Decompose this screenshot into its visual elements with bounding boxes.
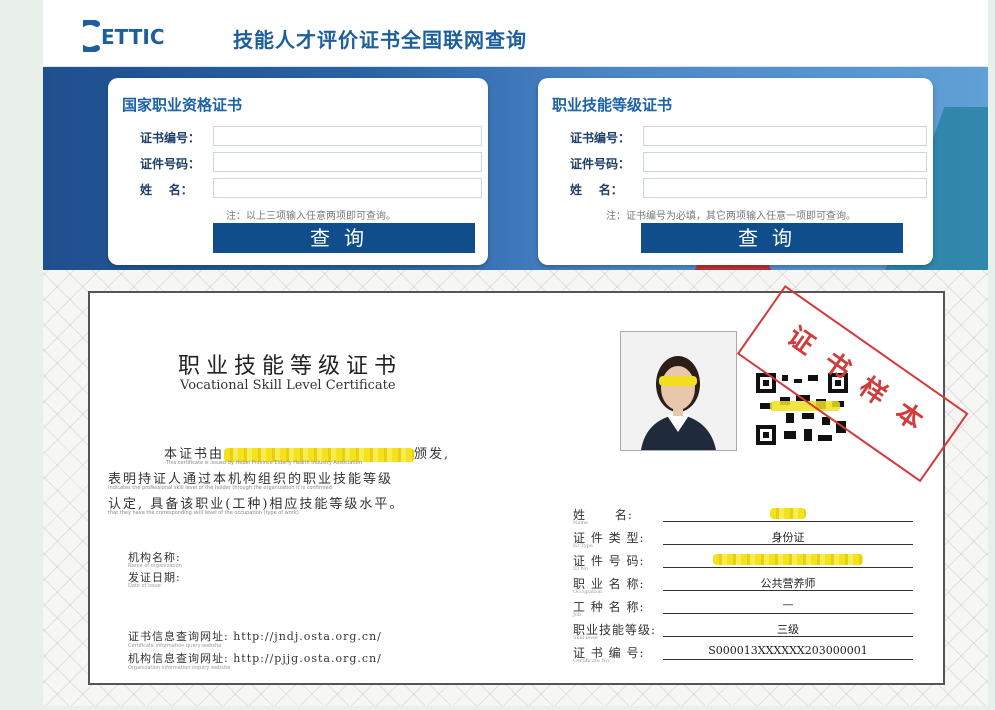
query-button[interactable]: 查询 [641,223,903,253]
occupation-field: 职 业 名 称: Occupation 公共营养师 [573,575,913,595]
id-number-input[interactable] [643,152,927,172]
id-number-label: 证件号码： [570,157,631,171]
holder-name-field: 姓 名: Name [573,506,913,526]
query-button[interactable]: 查询 [213,223,475,253]
name-label: 姓 名： [140,183,193,197]
certificate-query-site: 证书信息查询网址: http://jndj.osta.org.cn/ [128,630,382,643]
query-banner: 国家职业资格证书 证书编号： 证件号码： 姓 名： 注：以上三项输入任意两项即可… [43,67,988,270]
skill-level-query-panel: 职业技能等级证书 证书编号： 证件号码： 姓 名： 注：证书编号为必填，其它两项… [538,78,933,265]
certificate-query-site-en: Certificate information query website [128,643,222,649]
site-header: ETTIC 技能人才评价证书全国联网查询 [43,0,988,67]
certificate-number-field: 证 书 编 号: Certificate No S000013XXXXXX203… [573,644,913,664]
id-number-row: 证件号码： [122,152,482,174]
skill-level-field: 职业技能等级: Skill level 三级 [573,621,913,641]
certificate-number-input[interactable] [643,126,927,146]
job-value: — [663,598,913,614]
certificate-subtitle: Vocational Skill Level Certificate [180,378,396,393]
id-type-value: 身份证 [663,529,913,545]
name-input[interactable] [643,178,927,198]
name-row: 姓 名： [122,178,482,200]
page: ETTIC 技能人才评价证书全国联网查询 国家职业资格证书 证书编号： 证件号码… [0,0,995,710]
issue-date-en: Date of issue [128,583,161,589]
logo-text: ETTIC [101,25,165,49]
name-input[interactable] [213,178,482,198]
id-type-field: 证 件 类 型: ID Type 身份证 [573,529,913,549]
certificate-title: 职业技能等级证书 [178,354,403,379]
id-number-field: 证 件 号 码: ID No [573,552,913,572]
certificate-number-row: 证书编号： [552,126,927,148]
panel-title: 国家职业资格证书 [122,96,243,114]
skill-level-value: 三级 [663,621,913,637]
id-number-value [663,552,913,568]
name-label: 姓 名： [570,183,623,197]
panel-title: 职业技能等级证书 [552,96,673,114]
name-row: 姓 名： [552,178,927,200]
organization-query-site: 机构信息查询网址: http://pjjg.osta.org.cn/ [128,652,382,665]
occupation-value: 公共营养师 [663,575,913,591]
certificate-number-input[interactable] [213,126,482,146]
certificate-number-row: 证书编号： [122,126,482,148]
page-title: 技能人才评价证书全国联网查询 [233,28,527,52]
certificate-sample: 职业技能等级证书 Vocational Skill Level Certific… [88,285,969,685]
certificate-frame: 职业技能等级证书 Vocational Skill Level Certific… [43,270,988,706]
organization-query-url[interactable]: http://pjjg.osta.org.cn/ [233,652,382,665]
certificate-number-label: 证书编号： [140,131,201,145]
national-qualification-query-panel: 国家职业资格证书 证书编号： 证件号码： 姓 名： 注：以上三项输入任意两项即可… [108,78,488,265]
id-number-row: 证件号码： [552,152,927,174]
ettic-logo: ETTIC [83,20,243,52]
id-number-input[interactable] [213,152,482,172]
body-en-2: Indicates the professional skill level o… [108,485,332,491]
holder-photo [620,331,737,451]
body-en-1: This certificate is issued by Hebei Prov… [166,460,362,466]
certificate-query-url[interactable]: http://jndj.osta.org.cn/ [233,630,382,643]
query-note: 注：证书编号为必填，其它两项输入任意一项即可查询。 [606,211,856,222]
job-field: 工 种 名 称: Job — [573,598,913,618]
holder-name-value [663,506,913,522]
certificate-number-value: S000013XXXXXX203000001 [663,644,913,660]
id-number-label: 证件号码： [140,157,201,171]
organization-query-site-en: Organization information inquiry website [128,665,231,671]
body-en-3: that they have the corresponding skill l… [108,510,299,516]
certificate-number-label: 证书编号： [570,131,631,145]
query-note: 注：以上三项输入任意两项即可查询。 [226,211,396,222]
